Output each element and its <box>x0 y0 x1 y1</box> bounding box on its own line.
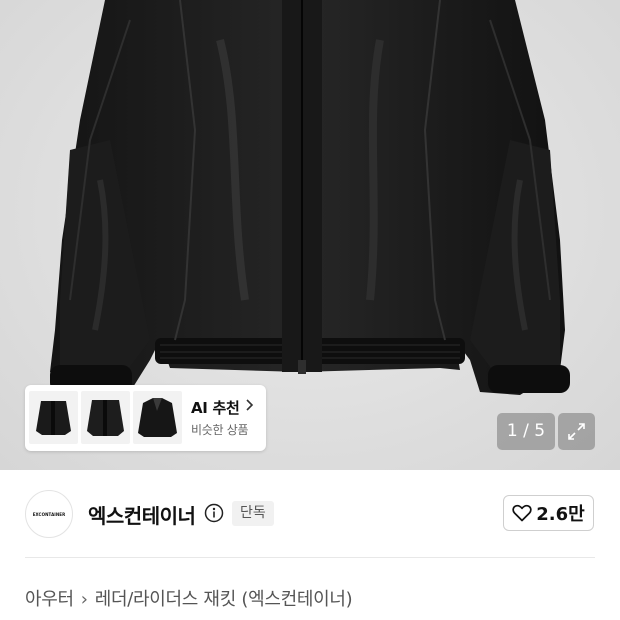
brand-logo-text: EXCONTAINER <box>32 511 66 517</box>
similar-product-thumb[interactable] <box>81 391 130 444</box>
expand-button[interactable] <box>558 413 595 450</box>
jacket-thumbnail <box>87 400 124 436</box>
expand-icon <box>568 423 585 440</box>
chevron-right-icon[interactable] <box>245 398 255 416</box>
heart-icon <box>512 504 532 522</box>
breadcrumb-category[interactable]: 아우터 <box>25 589 74 610</box>
breadcrumb: 아우터 › 레더/라이더스 재킷 (엑스컨테이너) <box>25 585 353 611</box>
similar-product-thumb[interactable] <box>133 391 182 444</box>
brand-logo[interactable]: EXCONTAINER <box>25 490 73 538</box>
jacket-thumbnail <box>36 401 71 435</box>
ai-recommend-card[interactable] <box>25 385 266 451</box>
image-page-counter: 1 / 5 <box>497 413 555 450</box>
brand-name[interactable]: 엑스컨테이너 <box>88 500 196 529</box>
like-count: 2.6만 <box>536 504 585 525</box>
ai-recommend-title[interactable]: AI 추천 <box>191 397 240 418</box>
ai-recommend-subtitle: 비슷한 상품 <box>191 423 249 437</box>
info-icon[interactable] <box>204 503 224 523</box>
like-button[interactable]: 2.6만 <box>503 495 594 531</box>
chevron-right-icon: › <box>80 589 88 610</box>
similar-product-thumb[interactable] <box>29 391 78 444</box>
exclusive-badge: 단독 <box>232 501 274 526</box>
divider <box>25 557 595 558</box>
jacket-thumbnail <box>138 398 177 437</box>
breadcrumb-subcategory[interactable]: 레더/라이더스 재킷 (엑스컨테이너) <box>95 589 353 610</box>
